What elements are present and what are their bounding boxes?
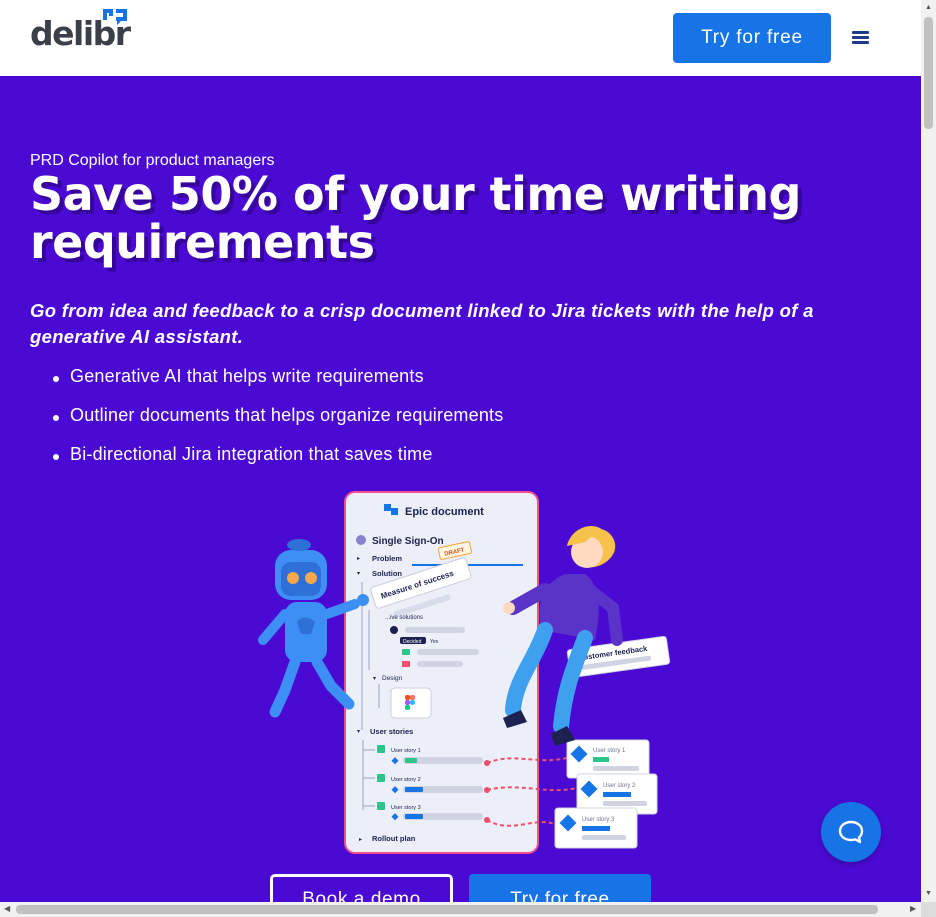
try-for-free-button-hero[interactable]: Try for free <box>469 874 651 902</box>
scroll-up-arrow-icon[interactable]: ▲ <box>925 4 932 11</box>
feature-item: Generative AI that helps write requireme… <box>48 366 503 405</box>
svg-text:User story 2: User story 2 <box>603 783 636 789</box>
hamburger-menu-icon[interactable] <box>852 31 869 45</box>
try-for-free-button[interactable]: Try for free <box>673 13 831 63</box>
site-header: delibr Try for free <box>0 0 921 76</box>
scrollbar-corner <box>921 902 936 917</box>
svg-text:▾: ▾ <box>373 676 376 682</box>
svg-text:User story 2: User story 2 <box>391 777 421 783</box>
feature-item: Bi-directional Jira integration that sav… <box>48 444 503 483</box>
svg-text:▾: ▾ <box>357 571 360 577</box>
svg-text:User story 1: User story 1 <box>593 748 626 754</box>
svg-text:▸: ▸ <box>359 837 362 843</box>
svg-text:User story 3: User story 3 <box>582 817 615 823</box>
vertical-scrollbar[interactable]: ▲ ▼ <box>921 0 936 902</box>
page-viewport: delibr Try for free PRD Copilot for prod… <box>0 0 921 902</box>
jira-card: User story 3 <box>554 807 638 849</box>
alt-solutions: ...ive solutions <box>385 615 423 621</box>
rollout-label: Rollout plan <box>372 834 416 843</box>
doc-problem: Problem <box>372 554 402 563</box>
chat-bubble-icon <box>838 820 864 844</box>
book-demo-button[interactable]: Book a demo <box>270 874 453 902</box>
yes-tag: Yes <box>430 639 439 645</box>
horizontal-scrollbar[interactable]: ◀ ▶ <box>0 902 921 917</box>
design-label: Design <box>382 675 403 682</box>
doc-title: Epic document <box>405 506 484 518</box>
logo-mark-icon <box>103 9 127 25</box>
scroll-right-arrow-icon[interactable]: ▶ <box>910 904 916 913</box>
jira-card: User story 1 <box>566 739 650 779</box>
svg-text:▸: ▸ <box>357 556 360 562</box>
svg-text:User story 3: User story 3 <box>391 805 421 811</box>
product-illustration: Epic document Single Sign-On ▸ Problem ▾… <box>258 491 671 854</box>
feature-item: Outliner documents that helps organize r… <box>48 405 503 444</box>
hero-headline: Save 50% of your time writing requiremen… <box>30 167 801 269</box>
svg-text:▾: ▾ <box>357 729 360 735</box>
hero-subhead: Go from idea and feedback to a crisp doc… <box>30 300 814 347</box>
vertical-scroll-thumb[interactable] <box>924 17 933 129</box>
horizontal-scroll-thumb[interactable] <box>16 905 878 914</box>
delibr-logo[interactable]: delibr <box>30 8 131 50</box>
chat-launcher-button[interactable] <box>821 802 881 862</box>
doc-section: Single Sign-On <box>372 536 444 547</box>
user-stories-label: User stories <box>370 727 413 736</box>
svg-text:User story 1: User story 1 <box>391 748 421 754</box>
feature-list: Generative AI that helps write requireme… <box>48 366 503 483</box>
hero-section: PRD Copilot for product managers Save 50… <box>0 76 921 902</box>
decided-tag: Decided <box>403 639 422 645</box>
doc-solution: Solution <box>372 569 402 578</box>
scroll-left-arrow-icon[interactable]: ◀ <box>4 904 10 913</box>
scroll-down-arrow-icon[interactable]: ▼ <box>925 890 932 897</box>
